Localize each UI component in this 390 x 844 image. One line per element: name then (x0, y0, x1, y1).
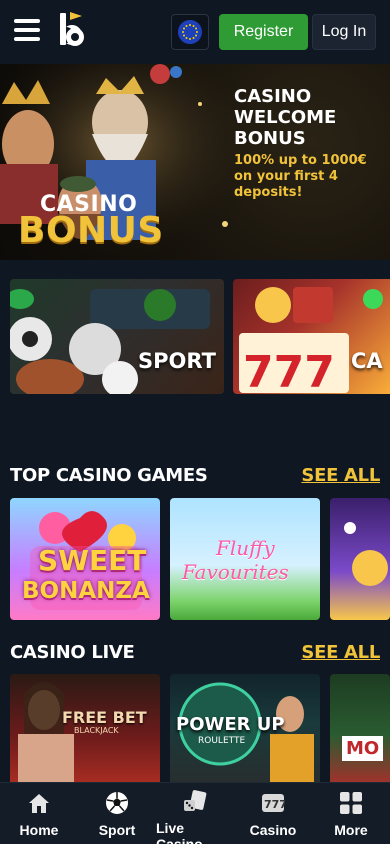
brand-logo[interactable] (58, 10, 92, 50)
game-tile-sweet-bonanza[interactable]: SWEET BONANZA (10, 498, 160, 620)
bottom-navigation: Home Sport Live Casino 777 Casino More (0, 782, 390, 844)
svg-text:777: 777 (264, 798, 285, 811)
welcome-bonus-banner[interactable]: CASINO BONUS CASINO WELCOME BONUS 100% u… (0, 64, 390, 260)
soccer-ball-icon (104, 790, 130, 816)
hero-art-bonus-word: BONUS (18, 210, 164, 251)
nav-item-live-casino[interactable]: Live Casino (156, 783, 234, 844)
nav-item-casino[interactable]: 777 Casino (234, 783, 312, 844)
language-selector[interactable] (171, 14, 209, 50)
freebet-line1: FREE BET (62, 708, 147, 727)
nav-label-sport: Sport (98, 822, 136, 838)
third-game-art (344, 522, 388, 586)
slot-machine-image: 777 (239, 287, 383, 394)
category-card-casino[interactable]: 777 CA (233, 279, 390, 394)
game-tile-fluffy-favourites[interactable]: Fluffy Favourites (170, 498, 320, 620)
nav-label-home: Home (19, 822, 59, 838)
slot-777-icon: 777 (260, 790, 286, 816)
powerup-line2: ROULETTE (198, 736, 246, 746)
sweet-bonanza-line2: BONANZA (22, 578, 150, 604)
cards-dice-icon (182, 790, 208, 814)
live-tile-power-up-roulette[interactable]: POWER UP ROULETTE (170, 674, 320, 784)
sweet-bonanza-line1: SWEET (38, 544, 147, 577)
eu-flag-icon (178, 20, 202, 44)
nav-label-more: More (334, 822, 368, 838)
svg-text:777: 777 (243, 347, 335, 394)
category-label-sport: SPORT (138, 349, 216, 373)
casino-live-carousel[interactable]: FREE BET BLACKJACK POWER UP ROULETTE MO (10, 674, 390, 784)
top-games-carousel[interactable]: SWEET BONANZA Fluffy Favourites (10, 498, 390, 620)
top-header: Register Log In (0, 0, 390, 64)
hero-title: CASINO WELCOME BONUS (234, 86, 337, 149)
nav-label-casino: Casino (249, 822, 297, 838)
sport-balls-image (10, 289, 210, 394)
category-carousel[interactable]: SPORT 777 CA (10, 279, 390, 394)
nav-item-home[interactable]: Home (0, 783, 78, 844)
category-label-casino: CA (351, 349, 383, 373)
grid-icon (338, 790, 364, 816)
register-button[interactable]: Register (219, 14, 308, 50)
category-card-sport[interactable]: SPORT (10, 279, 224, 394)
fluffy-line1: Fluffy (216, 536, 275, 560)
hero-subtitle: 100% up to 1000€ on your first 4 deposit… (234, 153, 367, 200)
mo-label: MO (342, 736, 384, 761)
live-tile-free-bet-blackjack[interactable]: FREE BET BLACKJACK (10, 674, 160, 784)
nav-item-more[interactable]: More (312, 783, 390, 844)
top-games-see-all-link[interactable]: SEE ALL (301, 465, 380, 486)
game-tile-third[interactable] (330, 498, 390, 620)
home-icon (26, 790, 52, 816)
casino-home-page: Register Log In CASINO BONUS CASINO WELC… (0, 0, 390, 844)
nav-item-sport[interactable]: Sport (78, 783, 156, 844)
powerup-line1: POWER UP (176, 714, 285, 735)
live-tile-mo[interactable]: MO (330, 674, 390, 784)
freebet-line2: BLACKJACK (74, 726, 119, 735)
hamburger-menu-icon[interactable] (14, 19, 40, 41)
nav-label-live-casino: Live Casino (156, 820, 203, 844)
casino-live-see-all-link[interactable]: SEE ALL (301, 642, 380, 663)
fluffy-line2: Favourites (182, 560, 289, 584)
login-button[interactable]: Log In (312, 14, 376, 50)
casino-live-title: CASINO LIVE (10, 642, 135, 663)
top-games-title: TOP CASINO GAMES (10, 465, 208, 486)
